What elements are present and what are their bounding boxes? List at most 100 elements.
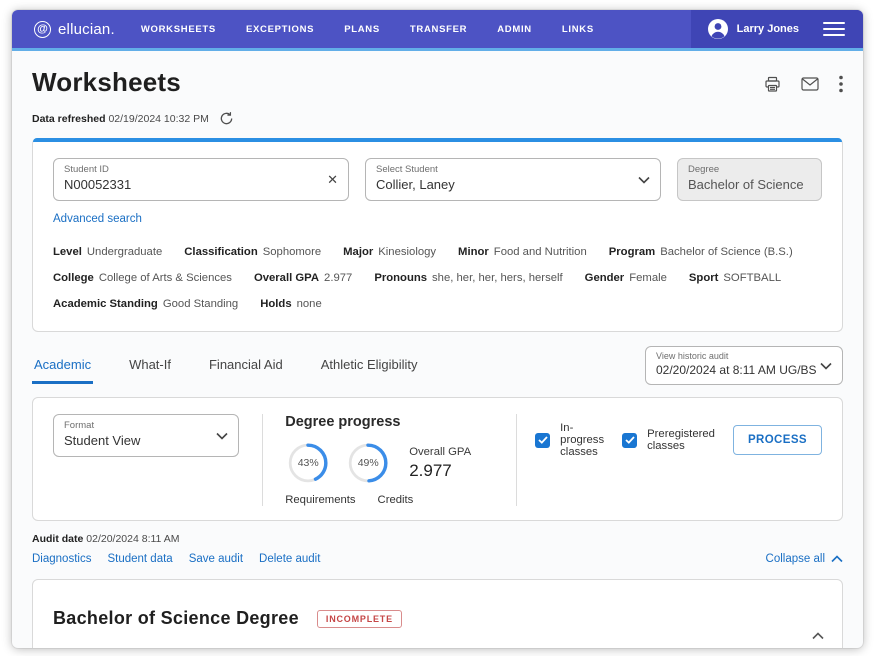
student-id-label: Student ID (64, 164, 338, 175)
nav-item-exceptions[interactable]: EXCEPTIONS (246, 24, 314, 35)
ellucian-logo[interactable]: @ ellucian. (12, 10, 141, 48)
collapse-all-label: Collapse all (766, 553, 825, 565)
overall-gpa-label: Overall GPA (409, 446, 471, 458)
incomplete-badge: INCOMPLETE (317, 610, 402, 628)
view-historic-audit-dropdown[interactable]: View historic audit 02/20/2024 at 8:11 A… (645, 346, 843, 385)
user-avatar-icon (707, 18, 729, 40)
user-menu[interactable]: Larry Jones (707, 18, 799, 40)
printer-icon (764, 76, 781, 93)
student-context-card: Student ID N00052331 ✕ Select Student Co… (32, 138, 843, 332)
student-id-value: N00052331 (64, 177, 131, 192)
info-program: ProgramBachelor of Science (B.S.) (609, 239, 793, 265)
degree-section-title: Bachelor of Science Degree (53, 608, 299, 629)
info-pronouns: Pronounsshe, her, her, hers, herself (374, 265, 562, 291)
degree-label: Degree (688, 164, 811, 175)
nav-item-plans[interactable]: PLANS (344, 24, 380, 35)
kebab-menu-icon (839, 75, 843, 93)
hamburger-menu-icon[interactable] (823, 22, 845, 36)
format-dropdown[interactable]: Format Student View (53, 414, 239, 457)
clear-student-id-icon[interactable]: ✕ (327, 172, 338, 188)
data-refreshed-text: Data refreshed 02/19/2024 10:32 PM (32, 113, 209, 125)
format-value: Student View (64, 433, 140, 448)
audit-date-value: 02/20/2024 8:11 AM (86, 533, 179, 545)
nav-item-links[interactable]: LINKS (562, 24, 594, 35)
chevron-down-icon (820, 362, 832, 370)
format-label: Format (64, 420, 228, 431)
refresh-button[interactable] (219, 111, 234, 126)
chevron-down-icon (638, 176, 650, 184)
nav-item-worksheets[interactable]: WORKSHEETS (141, 24, 216, 35)
preregistered-checkbox[interactable] (622, 433, 637, 448)
tab-what-if[interactable]: What-If (127, 347, 173, 384)
page-title: Worksheets (32, 67, 181, 98)
audit-date: Audit date 02/20/2024 8:11 AM (32, 533, 179, 545)
collapse-section-icon[interactable] (812, 632, 824, 640)
advanced-search-link[interactable]: Advanced search (53, 213, 142, 225)
info-major: MajorKinesiology (343, 239, 436, 265)
audit-date-label: Audit date (32, 533, 83, 545)
process-button[interactable]: PROCESS (733, 425, 822, 455)
overall-gpa-value: 2.977 (409, 461, 471, 481)
degree-field: Degree Bachelor of Science (677, 158, 822, 201)
requirements-donut: 43% (285, 440, 331, 486)
tab-academic[interactable]: Academic (32, 347, 93, 384)
envelope-icon (801, 77, 819, 91)
credits-donut-label: Credits (378, 494, 414, 506)
info-classification: ClassificationSophomore (184, 239, 321, 265)
save-audit-link[interactable]: Save audit (189, 553, 243, 565)
student-id-field[interactable]: Student ID N00052331 ✕ (53, 158, 349, 201)
delete-audit-link[interactable]: Delete audit (259, 553, 320, 565)
user-name: Larry Jones (737, 23, 799, 35)
info-level: LevelUndergraduate (53, 239, 162, 265)
info-holds: Holdsnone (260, 291, 322, 317)
ellucian-logo-icon: @ (34, 21, 51, 38)
historic-audit-value: 02/20/2024 at 8:11 AM UG/BS (656, 363, 817, 377)
check-icon (625, 436, 635, 444)
degree-section-card: Bachelor of Science Degree INCOMPLETE (32, 579, 843, 648)
email-button[interactable] (801, 77, 819, 91)
in-progress-checkbox[interactable] (535, 433, 550, 448)
print-button[interactable] (764, 76, 781, 93)
diagnostics-link[interactable]: Diagnostics (32, 553, 91, 565)
historic-audit-label: View historic audit (656, 351, 832, 361)
info-academic-standing: Academic StandingGood Standing (53, 291, 238, 317)
chevron-down-icon (216, 432, 228, 440)
info-sport: SportSOFTBALL (689, 265, 781, 291)
nav-item-transfer[interactable]: TRANSFER (410, 24, 467, 35)
data-refreshed-value: 02/19/2024 10:32 PM (108, 113, 208, 125)
navbar-user-section: Larry Jones (691, 10, 863, 48)
student-info: LevelUndergraduate ClassificationSophomo… (53, 239, 822, 317)
requirements-donut-label: Requirements (285, 494, 355, 506)
app-window: @ ellucian. WORKSHEETS EXCEPTIONS PLANS … (12, 10, 863, 648)
top-navbar: @ ellucian. WORKSHEETS EXCEPTIONS PLANS … (12, 10, 863, 48)
info-overall-gpa: Overall GPA2.977 (254, 265, 352, 291)
check-icon (538, 436, 548, 444)
credits-percent: 49% (345, 440, 391, 486)
more-options-button[interactable] (839, 75, 843, 93)
main-nav: WORKSHEETS EXCEPTIONS PLANS TRANSFER ADM… (141, 10, 594, 48)
student-data-link[interactable]: Student data (107, 553, 172, 565)
info-minor: MinorFood and Nutrition (458, 239, 587, 265)
in-progress-label[interactable]: In-progress classes (560, 422, 604, 458)
nav-item-admin[interactable]: ADMIN (497, 24, 532, 35)
collapse-all-button[interactable]: Collapse all (766, 553, 843, 565)
chevron-up-icon (831, 555, 843, 563)
select-student-dropdown[interactable]: Select Student Collier, Laney (365, 158, 661, 201)
requirements-percent: 43% (285, 440, 331, 486)
audit-controls-card: Format Student View Degree progress (32, 397, 843, 521)
degree-value: Bachelor of Science (688, 177, 804, 192)
nav-accent-strip (12, 48, 863, 51)
select-student-value: Collier, Laney (376, 177, 455, 192)
info-gender: GenderFemale (585, 265, 667, 291)
select-student-label: Select Student (376, 164, 650, 175)
info-college: CollegeCollege of Arts & Sciences (53, 265, 232, 291)
credits-donut: 49% (345, 440, 391, 486)
tab-financial-aid[interactable]: Financial Aid (207, 347, 285, 384)
preregistered-label[interactable]: Preregistered classes (647, 428, 715, 452)
data-refreshed-label: Data refreshed (32, 113, 106, 125)
brand-name: ellucian. (58, 21, 115, 38)
refresh-icon (219, 111, 234, 126)
degree-progress-title: Degree progress (285, 414, 516, 430)
tab-athletic-eligibility[interactable]: Athletic Eligibility (319, 347, 420, 384)
worksheet-tabs: Academic What-If Financial Aid Athletic … (32, 347, 420, 384)
